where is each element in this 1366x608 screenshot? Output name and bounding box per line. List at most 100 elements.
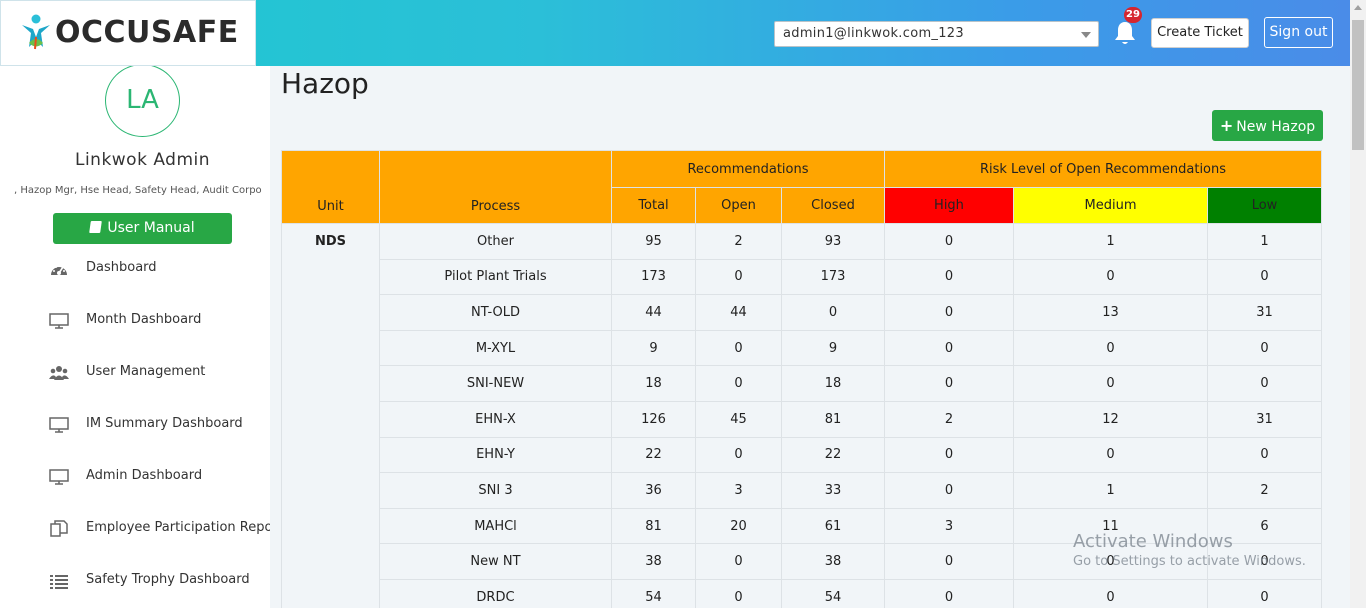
cell-closed: 38 [781,543,885,580]
app-root: OCCUSAFE admin1@linkwok.com_123 29 Creat… [0,0,1366,608]
cell-low: 0 [1207,365,1322,402]
cell-low: 0 [1207,329,1322,367]
sidebar-item-im-summary-dashboard[interactable]: IM Summary Dashboard [0,410,270,440]
table-row[interactable]: NT-OLD 44 44 0 0 13 31 [282,294,1322,331]
table-row[interactable]: SNI-NEW 18 0 18 0 0 0 [282,365,1322,402]
cell-low: 2 [1207,472,1322,509]
cell-closed: 33 [781,472,885,509]
top-navbar: OCCUSAFE admin1@linkwok.com_123 29 Creat… [0,0,1350,66]
sidebar-item-label: Month Dashboard [86,312,202,327]
sidebar-item-label: Employee Participation Report [86,520,270,535]
sign-out-button[interactable]: Sign out [1264,17,1333,48]
sidebar-item-dashboard[interactable]: Dashboard [0,254,270,284]
avatar[interactable]: LA [105,66,180,137]
cell-high: 0 [884,436,1014,474]
cell-closed: 93 [781,223,885,260]
cell-total: 38 [611,543,696,580]
sidebar-item-label: User Management [86,364,206,379]
cell-total: 18 [611,365,696,402]
cell-high: 0 [884,472,1014,509]
cell-process: EHN-X [379,400,612,438]
cell-low: 31 [1207,400,1322,438]
gauge-icon [51,265,67,275]
monitor-icon [49,469,69,485]
cell-open: 2 [695,223,782,260]
cell-high: 0 [884,223,1014,260]
cell-total: 22 [611,436,696,474]
table-row[interactable]: DRDC 54 0 54 0 0 0 [282,578,1322,608]
monitor-icon [49,313,69,329]
cell-high: 0 [884,258,1014,296]
cell-closed: 18 [781,365,885,402]
scrollbar-thumb[interactable] [1352,20,1364,150]
table-row[interactable]: M-XYL 9 0 9 0 0 0 [282,329,1322,367]
cell-low: 1 [1207,223,1322,260]
cell-high: 0 [884,543,1014,580]
cell-medium: 0 [1013,365,1208,402]
users-icon [49,366,69,380]
column-header-total: Total [611,187,696,224]
cell-high: 0 [884,294,1014,331]
account-select[interactable]: admin1@linkwok.com_123 [774,21,1099,47]
sidebar-item-employee-participation-report[interactable]: Employee Participation Report [0,514,270,544]
cell-total: 126 [611,400,696,438]
sidebar-item-label: IM Summary Dashboard [86,416,243,431]
cell-high: 3 [884,507,1014,545]
new-hazop-button[interactable]: + New Hazop [1212,110,1323,141]
cell-open: 0 [695,329,782,367]
cell-total: 9 [611,329,696,367]
cell-process: SNI 3 [379,472,612,509]
cell-open: 0 [695,436,782,474]
cell-open: 0 [695,365,782,402]
cell-total: 54 [611,578,696,608]
table-row[interactable]: EHN-Y 22 0 22 0 0 0 [282,436,1322,474]
cell-medium: 12 [1013,400,1208,438]
cell-medium: 0 [1013,578,1208,608]
cell-closed: 81 [781,400,885,438]
cell-open: 0 [695,543,782,580]
new-hazop-label: New Hazop [1236,119,1316,135]
cell-medium: 13 [1013,294,1208,331]
copy-icon [50,520,68,537]
cell-total: 44 [611,294,696,331]
cell-medium: 1 [1013,472,1208,509]
watermark-title: Activate Windows [1073,531,1233,552]
table-row[interactable]: SNI 3 36 3 33 0 1 2 [282,472,1322,509]
create-ticket-button[interactable]: Create Ticket [1151,18,1249,48]
column-header-low: Low [1207,187,1322,224]
sidebar-item-month-dashboard[interactable]: Month Dashboard [0,306,270,336]
cell-process: Pilot Plant Trials [379,258,612,296]
cell-medium: 0 [1013,329,1208,367]
cell-closed: 9 [781,329,885,367]
page-title: Hazop [281,67,369,100]
user-manual-button[interactable]: User Manual [53,213,232,244]
cell-high: 0 [884,329,1014,367]
cell-closed: 54 [781,578,885,608]
cell-medium: 0 [1013,258,1208,296]
cell-process: New NT [379,543,612,580]
bell-icon[interactable] [1113,20,1137,46]
column-header-high: High [884,187,1014,224]
table-row[interactable]: NDS Other 95 2 93 0 1 1 [281,223,1322,608]
column-header-open: Open [695,187,782,224]
cell-process: SNI-NEW [379,365,612,402]
brand-logo[interactable]: OCCUSAFE [0,0,256,66]
brand-name: OCCUSAFE [55,15,239,50]
table-row[interactable]: Pilot Plant Trials 173 0 173 0 0 0 [282,258,1322,296]
cell-process: Other [379,223,612,260]
sidebar-item-admin-dashboard[interactable]: Admin Dashboard [0,462,270,492]
user-name: Linkwok Admin [74,150,211,170]
sidebar-item-user-management[interactable]: User Management [0,358,270,388]
list-icon [50,575,68,589]
sidebar-item-safety-trophy-dashboard[interactable]: Safety Trophy Dashboard [0,566,270,596]
cell-open: 0 [695,258,782,296]
column-header-medium: Medium [1013,187,1208,224]
cell-open: 3 [695,472,782,509]
cell-process: M-XYL [379,329,612,367]
notification-badge: 29 [1124,7,1142,23]
scroll-up-arrow-icon[interactable] [1354,5,1362,10]
cell-low: 0 [1207,258,1322,296]
cell-low: 0 [1207,436,1322,474]
table-row[interactable]: EHN-X 126 45 81 2 12 31 [282,400,1322,438]
book-icon [89,221,103,233]
